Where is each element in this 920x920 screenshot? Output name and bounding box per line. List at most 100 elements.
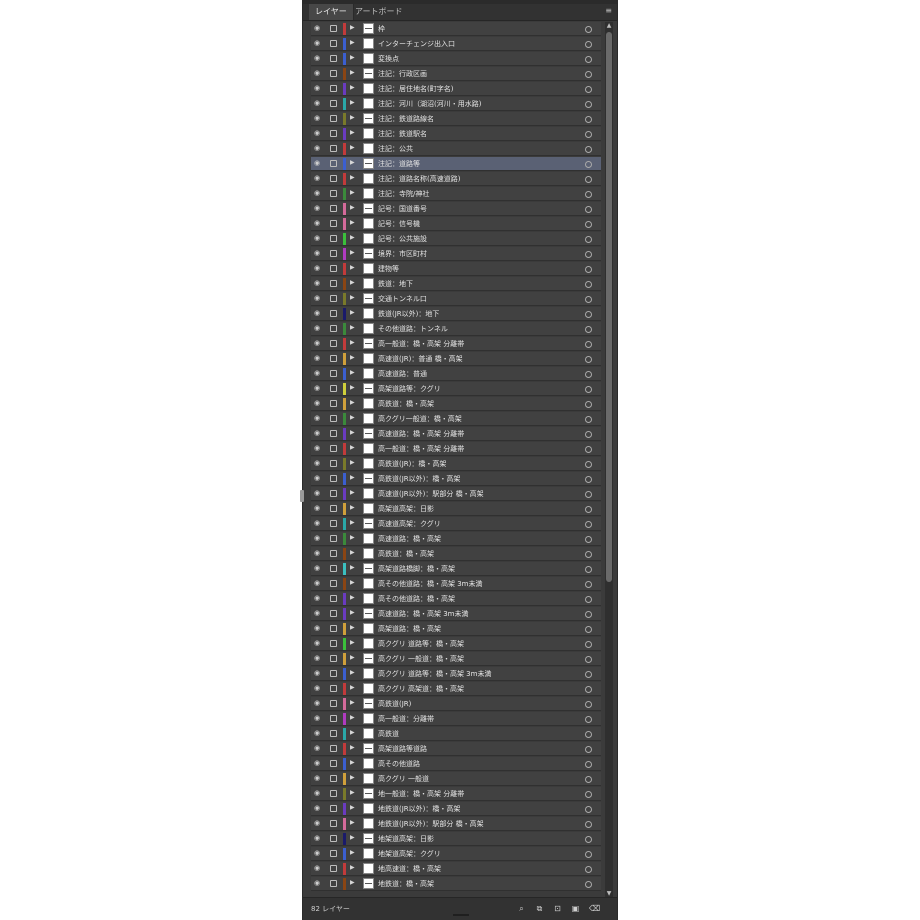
visibility-eye-icon[interactable]: ◉ — [314, 460, 320, 467]
lock-toggle-icon[interactable] — [330, 205, 337, 212]
layer-name[interactable]: 地鉄道(JR以外)：駅部分 橋・高架 — [378, 817, 484, 831]
expand-chevron-icon[interactable]: ▶ — [350, 595, 355, 601]
layer-name[interactable]: 鉄道：地下 — [378, 277, 413, 291]
lock-toggle-icon[interactable] — [330, 85, 337, 92]
layer-name[interactable]: 高速道高架：クグリ — [378, 517, 441, 531]
layer-name[interactable]: 地架道高架：日影 — [378, 832, 434, 846]
expand-chevron-icon[interactable]: ▶ — [350, 70, 355, 76]
layer-row[interactable]: ◉ ▶ 高鉄道：橋・高架 — [311, 397, 601, 411]
visibility-eye-icon[interactable]: ◉ — [314, 580, 320, 587]
lock-toggle-icon[interactable] — [330, 385, 337, 392]
lock-toggle-icon[interactable] — [330, 520, 337, 527]
lock-toggle-icon[interactable] — [330, 190, 337, 197]
visibility-eye-icon[interactable]: ◉ — [314, 445, 320, 452]
visibility-eye-icon[interactable]: ◉ — [314, 715, 320, 722]
visibility-eye-icon[interactable]: ◉ — [314, 265, 320, 272]
visibility-eye-icon[interactable]: ◉ — [314, 700, 320, 707]
layer-row[interactable]: ◉ ▶ 注記：行政区画 — [311, 67, 601, 81]
target-circle-icon[interactable] — [585, 431, 592, 438]
new-sublayer-icon[interactable]: ⊡ — [553, 904, 562, 913]
lock-toggle-icon[interactable] — [330, 415, 337, 422]
layer-row[interactable]: ◉ ▶ 高速道(JR)：普通 橋・高架 — [311, 352, 601, 366]
layer-row[interactable]: ◉ ▶ 高速道路：橋・高架 分離帯 — [311, 427, 601, 441]
layer-row[interactable]: ◉ ▶ 注記：寺院/神社 — [311, 187, 601, 201]
expand-chevron-icon[interactable]: ▶ — [350, 370, 355, 376]
expand-chevron-icon[interactable]: ▶ — [350, 760, 355, 766]
target-circle-icon[interactable] — [585, 206, 592, 213]
expand-chevron-icon[interactable]: ▶ — [350, 400, 355, 406]
visibility-eye-icon[interactable]: ◉ — [314, 670, 320, 677]
layer-name[interactable]: その他道路：トンネル — [378, 322, 448, 336]
visibility-eye-icon[interactable]: ◉ — [314, 385, 320, 392]
layer-row[interactable]: ◉ ▶ 高鉄道(JR)：橋・高架 — [311, 457, 601, 471]
target-circle-icon[interactable] — [585, 371, 592, 378]
target-circle-icon[interactable] — [585, 866, 592, 873]
lock-toggle-icon[interactable] — [330, 55, 337, 62]
target-circle-icon[interactable] — [585, 791, 592, 798]
target-circle-icon[interactable] — [585, 41, 592, 48]
layer-row[interactable]: ◉ ▶ 交通トンネル口 — [311, 292, 601, 306]
layer-row[interactable]: ◉ ▶ 注記：道路等 — [311, 157, 601, 171]
target-circle-icon[interactable] — [585, 266, 592, 273]
layer-name[interactable]: 高一般道：橋・高架 分離帯 — [378, 442, 464, 456]
expand-chevron-icon[interactable]: ▶ — [350, 100, 355, 106]
visibility-eye-icon[interactable]: ◉ — [314, 160, 320, 167]
lock-toggle-icon[interactable] — [330, 115, 337, 122]
target-circle-icon[interactable] — [585, 731, 592, 738]
layer-name[interactable]: 高速道路：橋・高架 3m未満 — [378, 607, 469, 621]
layer-name[interactable]: 注記：河川（湖沼(河川・用水路) — [378, 97, 481, 111]
layer-name[interactable]: 高架道高架：日影 — [378, 502, 434, 516]
lock-toggle-icon[interactable] — [330, 430, 337, 437]
locate-object-icon[interactable]: ⌕ — [517, 904, 526, 913]
expand-chevron-icon[interactable]: ▶ — [350, 115, 355, 121]
layer-row[interactable]: ◉ ▶ 高架道路：橋・高架 — [311, 622, 601, 636]
layer-name[interactable]: 高速道(JR以外)：駅部分 橋・高架 — [378, 487, 484, 501]
layer-row[interactable]: ◉ ▶ 注記：鉄道駅名 — [311, 127, 601, 141]
layer-row[interactable]: ◉ ▶ 高速道路：普通 — [311, 367, 601, 381]
lock-toggle-icon[interactable] — [330, 280, 337, 287]
target-circle-icon[interactable] — [585, 71, 592, 78]
visibility-eye-icon[interactable]: ◉ — [314, 595, 320, 602]
visibility-eye-icon[interactable]: ◉ — [314, 100, 320, 107]
layer-name[interactable]: 注記：居住地名(町字名) — [378, 82, 453, 96]
lock-toggle-icon[interactable] — [330, 580, 337, 587]
expand-chevron-icon[interactable]: ▶ — [350, 670, 355, 676]
target-circle-icon[interactable] — [585, 581, 592, 588]
layer-row[interactable]: ◉ ▶ 高クグリ一般道：橋・高架 — [311, 412, 601, 426]
target-circle-icon[interactable] — [585, 86, 592, 93]
lock-toggle-icon[interactable] — [330, 100, 337, 107]
layer-name[interactable]: 高クグリ 一般道：橋・高架 — [378, 652, 464, 666]
expand-chevron-icon[interactable]: ▶ — [350, 235, 355, 241]
layer-row[interactable]: ◉ ▶ 高架道路橋脚：橋・高架 — [311, 562, 601, 576]
lock-toggle-icon[interactable] — [330, 355, 337, 362]
target-circle-icon[interactable] — [585, 296, 592, 303]
layer-name[interactable]: 高その他道路：橋・高架 — [378, 592, 455, 606]
lock-toggle-icon[interactable] — [330, 400, 337, 407]
lock-toggle-icon[interactable] — [330, 700, 337, 707]
target-circle-icon[interactable] — [585, 716, 592, 723]
lock-toggle-icon[interactable] — [330, 640, 337, 647]
layer-name[interactable]: 高速道路：橋・高架 分離帯 — [378, 427, 464, 441]
visibility-eye-icon[interactable]: ◉ — [314, 805, 320, 812]
visibility-eye-icon[interactable]: ◉ — [314, 880, 320, 887]
layer-name[interactable]: 交通トンネル口 — [378, 292, 427, 306]
visibility-eye-icon[interactable]: ◉ — [314, 505, 320, 512]
target-circle-icon[interactable] — [585, 236, 592, 243]
target-circle-icon[interactable] — [585, 191, 592, 198]
layer-row[interactable]: ◉ ▶ 高一般道：橋・高架 分離帯 — [311, 442, 601, 456]
target-circle-icon[interactable] — [585, 821, 592, 828]
target-circle-icon[interactable] — [585, 326, 592, 333]
layer-name[interactable]: 記号：信号機 — [378, 217, 420, 231]
lock-toggle-icon[interactable] — [330, 70, 337, 77]
visibility-eye-icon[interactable]: ◉ — [314, 490, 320, 497]
layer-name[interactable]: 高速道(JR)：普通 橋・高架 — [378, 352, 463, 366]
lock-toggle-icon[interactable] — [330, 595, 337, 602]
expand-chevron-icon[interactable]: ▶ — [350, 55, 355, 61]
lock-toggle-icon[interactable] — [330, 550, 337, 557]
layer-row[interactable]: ◉ ▶ 高クグリ 道路等：橋・高架 — [311, 637, 601, 651]
expand-chevron-icon[interactable]: ▶ — [350, 610, 355, 616]
visibility-eye-icon[interactable]: ◉ — [314, 190, 320, 197]
visibility-eye-icon[interactable]: ◉ — [314, 130, 320, 137]
layer-row[interactable]: ◉ ▶ 注記：公共 — [311, 142, 601, 156]
layer-row[interactable]: ◉ ▶ 地一般道：橋・高架 分離帯 — [311, 787, 601, 801]
